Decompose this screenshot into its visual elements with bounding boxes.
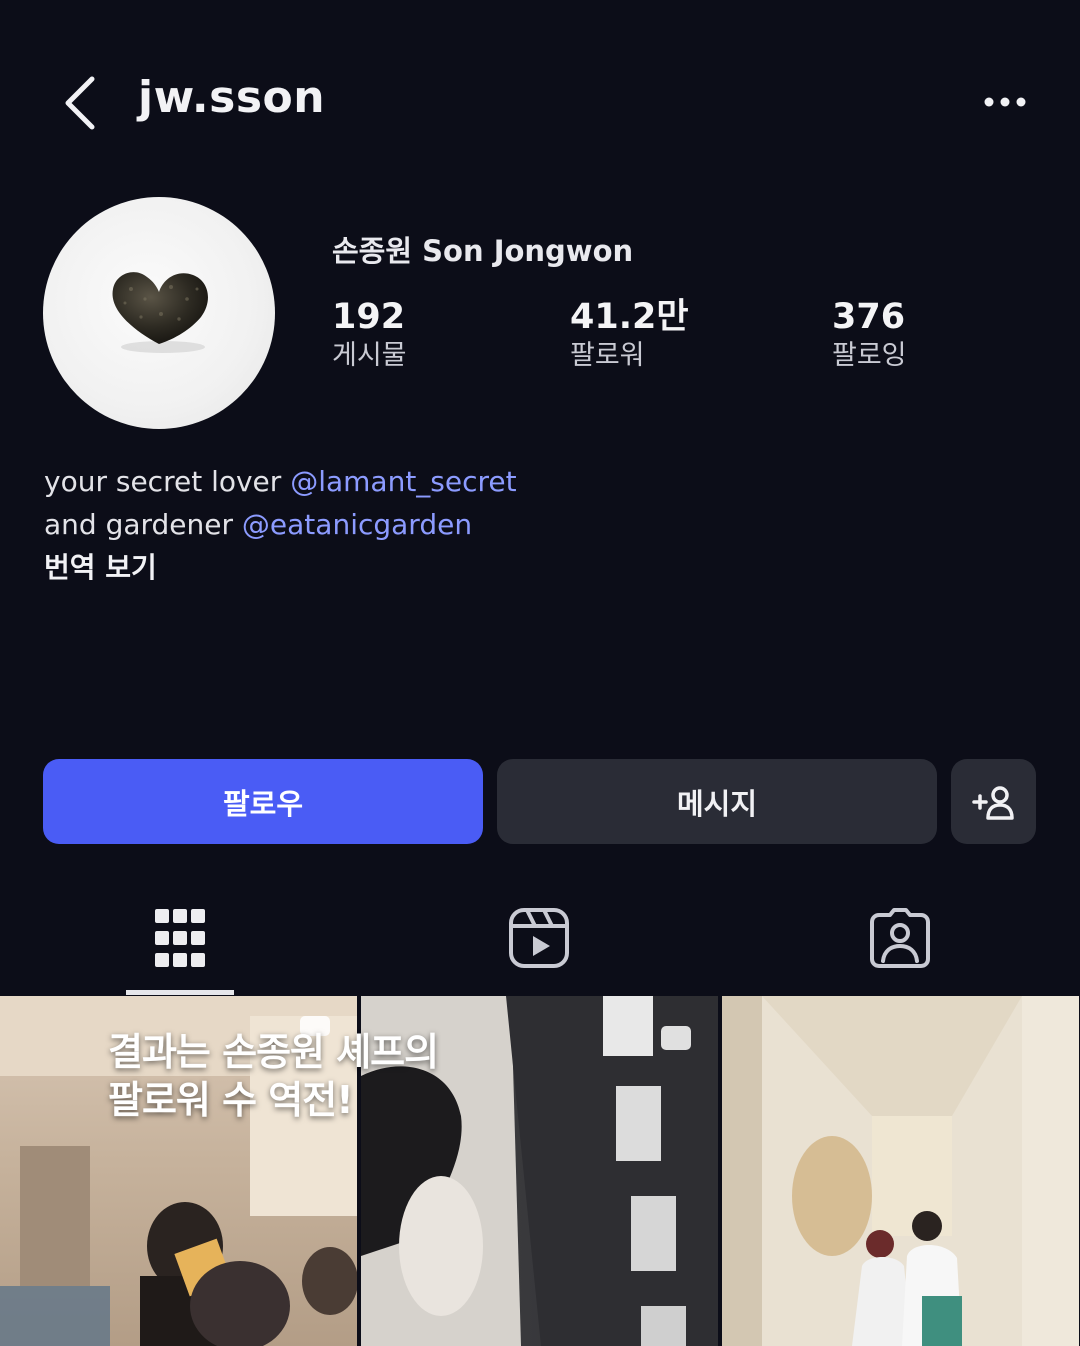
posts-label: 게시물 [332,340,407,371]
stat-posts[interactable]: 192 게시물 [332,296,407,374]
follow-button[interactable]: 팔로우 [43,759,483,844]
more-horizontal-icon [984,97,1026,107]
active-tab-indicator [126,990,234,995]
heart-truffle-image [112,272,208,353]
username-title: jw.sson [138,72,326,123]
post-thumbnail-3[interactable] [722,996,1079,1346]
chevron-left-icon [65,76,95,130]
display-name: 손종원 Son Jongwon [332,234,634,268]
following-count: 376 [832,297,906,337]
reels-icon [509,907,569,968]
translate-link[interactable]: 번역 보기 [44,546,517,589]
tab-grid[interactable] [140,905,220,970]
overlay-caption-line1: 결과는 손종원 셰프의 [108,1030,439,1074]
following-label: 팔로잉 [832,340,907,371]
more-options-button[interactable] [975,82,1035,122]
tab-tagged[interactable] [860,905,940,970]
followers-label: 팔로워 [570,340,645,371]
stat-followers[interactable]: 41.2만 팔로워 [570,296,689,374]
profile-bio: your secret lover @lamant_secret and gar… [44,460,517,589]
stat-following[interactable]: 376 팔로잉 [832,296,907,374]
grid-icon [155,908,205,967]
message-button[interactable]: 메시지 [497,759,937,844]
suggested-users-button[interactable] [951,759,1036,844]
followers-count: 41.2만 [570,297,689,337]
overlay-caption: 결과는 손종원 셰프의 팔로워 수 역전! [108,1028,439,1124]
overlay-caption-line2: 팔로워 수 역전! [108,1078,354,1122]
back-button[interactable] [50,68,110,138]
tab-reels[interactable] [499,905,579,970]
bio-line1-text: your secret lover [44,465,291,498]
profile-header: jw.sson [0,0,1080,200]
mention-lamant-secret[interactable]: @lamant_secret [290,465,516,498]
add-user-icon [971,785,1014,820]
profile-avatar[interactable] [43,197,275,429]
tagged-person-icon [870,907,930,968]
profile-tabs [0,890,1080,996]
posts-count: 192 [332,297,406,337]
bio-line2-text: and gardener [44,508,242,541]
post-photo-hallway-couple [722,996,1079,1346]
mention-eatanicgarden[interactable]: @eatanicgarden [242,508,472,541]
